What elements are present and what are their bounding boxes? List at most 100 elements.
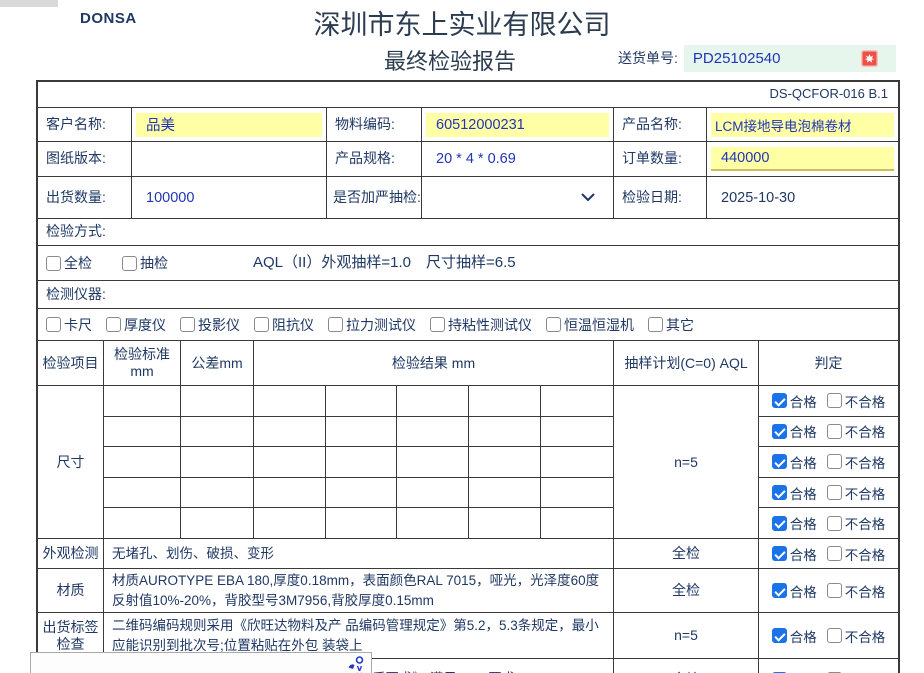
drawing-version-input[interactable] [136, 147, 322, 171]
judgement-row: 合格不合格 [759, 581, 898, 601]
tolerance-input-cell[interactable] [181, 417, 254, 447]
result-input-cell[interactable] [469, 478, 541, 508]
result-input-cell[interactable] [254, 508, 326, 538]
instrument-option-adhesion-tester[interactable]: 持粘性测试仪 [430, 315, 532, 335]
item-description: 无堵孔、划伤、破损、变形 [104, 542, 280, 566]
instrument-option-thickness-gauge[interactable]: 厚度仪 [106, 315, 166, 335]
order-qty-input[interactable]: 440000 [711, 147, 894, 171]
result-input-cell[interactable] [326, 386, 398, 416]
customer-name-label: 客户名称: [38, 116, 106, 134]
climate-chamber-checkbox[interactable] [546, 317, 561, 332]
pass-checkbox[interactable] [772, 485, 787, 500]
full-inspect-checkbox[interactable] [46, 256, 61, 271]
thickness-gauge-checkbox[interactable] [106, 317, 121, 332]
pass-checkbox[interactable] [772, 424, 787, 439]
result-input-cell[interactable] [254, 386, 326, 416]
product-name-input[interactable]: LCM接地导电泡棉卷材 [711, 113, 894, 137]
pass-checkbox[interactable] [772, 393, 787, 408]
judgement-row: 合格不合格 [759, 452, 898, 472]
caliper-checkbox[interactable] [46, 317, 61, 332]
other-instrument-checkbox[interactable] [648, 317, 663, 332]
dimension-measure-row [104, 508, 613, 538]
fail-checkbox[interactable] [827, 424, 842, 439]
fail-checkbox[interactable] [827, 628, 842, 643]
fail-checkbox[interactable] [827, 583, 842, 598]
impedance-checkbox[interactable] [254, 317, 269, 332]
result-input-cell[interactable] [541, 447, 613, 477]
result-input-cell[interactable] [541, 417, 613, 447]
result-input-cell[interactable] [326, 447, 398, 477]
result-input-cell[interactable] [541, 508, 613, 538]
fail-checkbox[interactable] [827, 485, 842, 500]
alert-badge[interactable] [861, 50, 878, 67]
result-input-cell[interactable] [254, 447, 326, 477]
sample-inspect-option[interactable]: 抽检 [122, 253, 168, 273]
standard-input-cell[interactable] [104, 417, 181, 447]
fail-checkbox[interactable] [827, 454, 842, 469]
standard-input-cell[interactable] [104, 508, 181, 538]
order-qty-label: 订单数量: [614, 150, 682, 168]
instrument-option-impedance[interactable]: 阻抗仪 [254, 315, 314, 335]
material-code-input[interactable]: 60512000231 [426, 113, 609, 137]
full-inspect-option[interactable]: 全检 [46, 253, 92, 273]
dimension-measure-row [104, 386, 613, 417]
projector-checkbox[interactable] [180, 317, 195, 332]
ink-selector-icon[interactable] [345, 654, 367, 673]
pass-checkbox[interactable] [772, 454, 787, 469]
instrument-option-projector[interactable]: 投影仪 [180, 315, 240, 335]
pass-checkbox[interactable] [772, 583, 787, 598]
result-input-cell[interactable] [469, 417, 541, 447]
pass-checkbox[interactable] [772, 516, 787, 531]
item-label: 出货标签检查 [42, 619, 99, 653]
tolerance-input-cell[interactable] [181, 386, 254, 416]
product-name-label: 产品名称: [614, 116, 682, 134]
result-input-cell[interactable] [326, 478, 398, 508]
customer-name-input[interactable]: 品美 [136, 113, 322, 137]
result-input-cell[interactable] [541, 386, 613, 416]
pass-checkbox[interactable] [772, 628, 787, 643]
result-input-cell[interactable] [397, 386, 469, 416]
inspect-date-input[interactable]: 2025-10-30 [711, 186, 894, 210]
strict-sampling-label: 是否加严抽检: [327, 189, 421, 207]
instrument-option-other[interactable]: 其它 [648, 315, 694, 335]
result-input-cell[interactable] [397, 447, 469, 477]
standard-input-cell[interactable] [104, 447, 181, 477]
product-spec-input[interactable]: 20 * 4 * 0.69 [426, 147, 609, 171]
instrument-option-caliper[interactable]: 卡尺 [46, 315, 92, 335]
delivery-note-input[interactable]: PD25102540 [684, 45, 896, 72]
dimension-measure-row [104, 478, 613, 509]
result-input-cell[interactable] [397, 508, 469, 538]
ship-qty-input[interactable]: 100000 [136, 186, 322, 210]
delivery-note-value: PD25102540 [693, 50, 781, 67]
result-input-cell[interactable] [469, 447, 541, 477]
instrument-option-tension-tester[interactable]: 拉力测试仪 [328, 315, 416, 335]
tolerance-input-cell[interactable] [181, 508, 254, 538]
result-input-cell[interactable] [254, 478, 326, 508]
sample-inspect-checkbox[interactable] [122, 256, 137, 271]
tolerance-input-cell[interactable] [181, 447, 254, 477]
fail-checkbox[interactable] [827, 546, 842, 561]
fail-checkbox[interactable] [827, 516, 842, 531]
standard-input-cell[interactable] [104, 478, 181, 508]
result-input-cell[interactable] [397, 478, 469, 508]
adhesion-tester-checkbox[interactable] [430, 317, 445, 332]
instruments-section-title: 检测仪器: [38, 286, 106, 304]
result-input-cell[interactable] [326, 508, 398, 538]
fail-checkbox[interactable] [827, 393, 842, 408]
instrument-option-climate-chamber[interactable]: 恒温恒湿机 [546, 315, 634, 335]
strict-sampling-select[interactable] [422, 177, 614, 218]
result-input-cell[interactable] [541, 478, 613, 508]
tension-tester-checkbox[interactable] [328, 317, 343, 332]
pass-checkbox[interactable] [772, 546, 787, 561]
starburst-icon [864, 53, 875, 64]
material-row: 材质 材质AUROTYPE EBA 180,厚度0.18mm，表面颜色RAL 7… [38, 569, 898, 613]
result-input-cell[interactable] [254, 417, 326, 447]
tolerance-input-cell[interactable] [181, 478, 254, 508]
result-input-cell[interactable] [469, 386, 541, 416]
dimension-plan-value: n=5 [674, 454, 698, 471]
result-input-cell[interactable] [326, 417, 398, 447]
result-input-cell[interactable] [469, 508, 541, 538]
result-input-cell[interactable] [397, 417, 469, 447]
standard-input-cell[interactable] [104, 386, 181, 416]
judgement-row: 合格不合格 [759, 626, 898, 646]
